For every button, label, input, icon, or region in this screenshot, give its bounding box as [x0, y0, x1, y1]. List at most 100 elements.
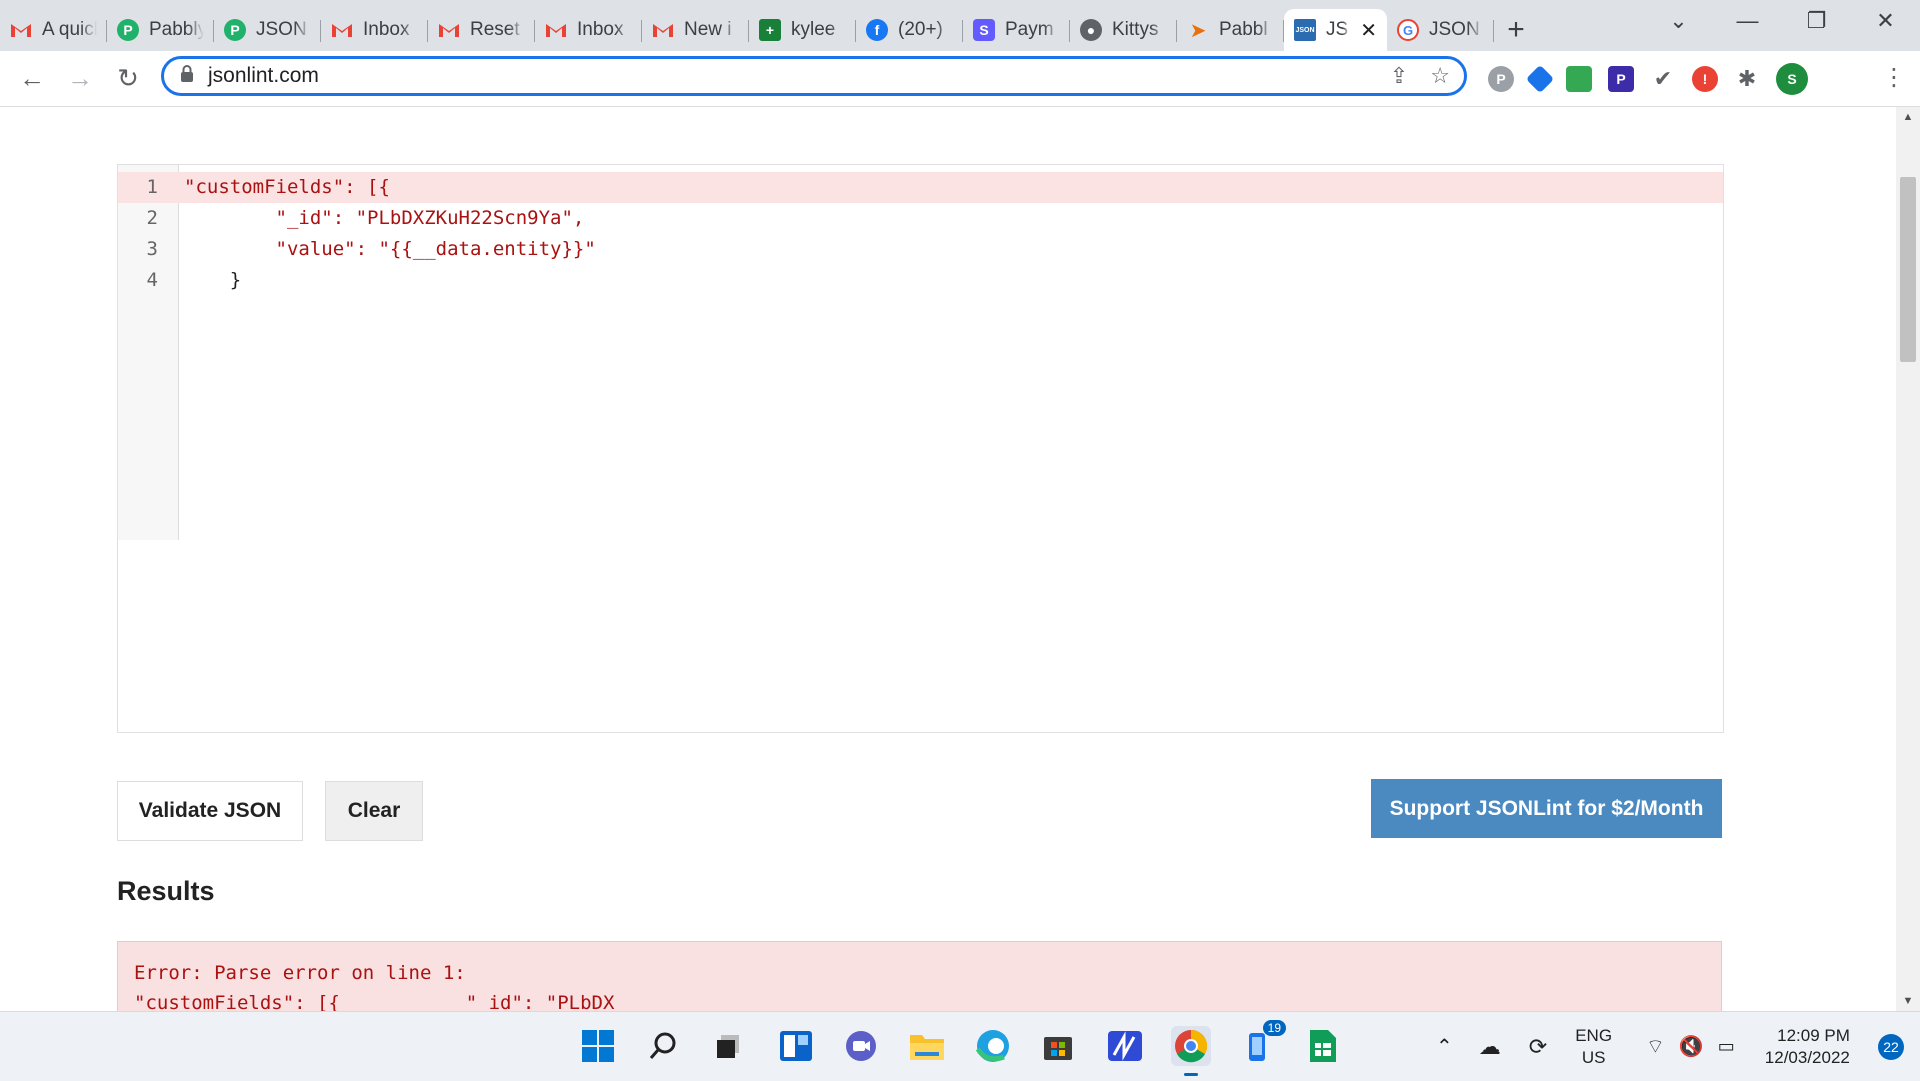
tab-gmail-reset[interactable]: Reset — [428, 9, 535, 51]
pabbly-extension-icon[interactable]: P — [1488, 65, 1514, 92]
tab-title: Reset — [470, 19, 520, 40]
lock-icon[interactable] — [180, 64, 196, 88]
language-code: ENG — [1575, 1025, 1613, 1045]
pabbly-icon: P — [117, 19, 139, 41]
tab-jsonlint[interactable]: JSON JS ✕ — [1284, 9, 1387, 51]
extensions-area: P P ✔ ! ✱ S — [1488, 51, 1808, 106]
sheets-app-icon[interactable] — [1303, 1026, 1343, 1066]
phone-link-icon[interactable]: 19 — [1238, 1020, 1286, 1066]
chevron-up-icon[interactable]: ⌃ — [1436, 1034, 1453, 1059]
error-line: Error: Parse error on line 1: — [134, 962, 466, 984]
puzzle-extensions-icon[interactable]: ✱ — [1734, 66, 1760, 92]
page-content: 1 "customFields": [{ 2 "_id": "PLbDXZKuH… — [0, 107, 1896, 1011]
task-view-icon[interactable] — [708, 1026, 748, 1066]
editor-line: 2 "_id": "PLbDXZKuH22Scn9Ya", — [118, 203, 1723, 234]
reload-button[interactable]: ↻ — [104, 55, 152, 103]
tab-pabbly-json[interactable]: P JSON — [214, 9, 321, 51]
file-explorer-icon[interactable] — [907, 1026, 947, 1066]
support-jsonlint-button[interactable]: Support JSONLint for $2/Month — [1371, 779, 1722, 838]
tab-title: JSON — [1429, 19, 1480, 40]
tab-stripe-payment[interactable]: S Paym — [963, 9, 1070, 51]
tab-strip: A quick PPabbly PJSON Inbox Reset Inbox … — [0, 0, 1920, 51]
page-scrollbar[interactable]: ▲ ▼ — [1896, 107, 1920, 1011]
minimize-button[interactable]: — — [1713, 0, 1782, 42]
tab-google-json[interactable]: G JSON — [1387, 9, 1494, 51]
new-tab-button[interactable]: + — [1494, 9, 1538, 51]
back-button[interactable]: ← — [8, 55, 56, 103]
pin-extension-icon[interactable]: ! — [1692, 65, 1718, 92]
tab-gmail-inbox-2[interactable]: Inbox — [535, 9, 642, 51]
clock-date: 12/03/2022 — [1764, 1047, 1850, 1067]
editor-line: 4 } — [118, 265, 1723, 296]
results-heading: Results — [117, 876, 215, 906]
tab-title: (20+) — [898, 19, 943, 40]
gmail-icon — [10, 19, 32, 41]
onedrive-icon[interactable]: ☁ — [1479, 1034, 1501, 1060]
search-icon[interactable] — [643, 1026, 683, 1066]
validate-json-button[interactable]: Validate JSON — [117, 781, 303, 841]
wifi-icon[interactable]: ⌔ — [1646, 1034, 1665, 1059]
scrollbar-thumb[interactable] — [1900, 177, 1916, 362]
send-icon: ➤ — [1189, 19, 1207, 42]
restore-button[interactable]: ❐ — [1782, 0, 1851, 42]
p-extension-icon[interactable]: P — [1608, 65, 1634, 92]
close-tab-icon[interactable]: ✕ — [1360, 18, 1377, 43]
sync-icon[interactable]: ⟳ — [1529, 1034, 1547, 1060]
mailbird-app-icon[interactable] — [1105, 1026, 1145, 1066]
jsonlint-icon: JSON — [1294, 19, 1316, 41]
code-text: "value": "{{__data.entity}}" — [184, 238, 596, 260]
notification-badge: 19 — [1262, 1020, 1286, 1036]
battery-icon[interactable]: ▭ — [1718, 1036, 1735, 1057]
profile-avatar[interactable]: S — [1776, 62, 1808, 95]
tab-gmail-new[interactable]: New i — [642, 9, 749, 51]
kitty-icon: ● — [1080, 19, 1102, 41]
code-text: "customFields": [{ — [184, 176, 390, 198]
chrome-icon[interactable] — [1171, 1026, 1211, 1076]
tab-pabbly[interactable]: P Pabbly — [107, 9, 214, 51]
tab-title: Inbox — [577, 19, 624, 40]
notification-count-badge[interactable]: 22 — [1878, 1034, 1904, 1060]
clear-button[interactable]: Clear — [325, 781, 423, 841]
facebook-icon: f — [866, 19, 888, 41]
microsoft-store-icon[interactable] — [1038, 1026, 1078, 1066]
folder-extension-icon[interactable] — [1566, 65, 1592, 92]
tab-sheets-kylee[interactable]: + kylee — [749, 9, 856, 51]
tab-search-icon[interactable]: ⌄ — [1644, 0, 1713, 42]
close-window-button[interactable]: ✕ — [1851, 0, 1920, 42]
menu-kebab-icon[interactable]: ⋮ — [1882, 63, 1906, 92]
tab-title: JS — [1326, 19, 1349, 40]
window-controls: ⌄ — ❐ ✕ — [1644, 0, 1920, 42]
json-editor[interactable]: 1 "customFields": [{ 2 "_id": "PLbDXZKuH… — [117, 164, 1724, 733]
language-indicator[interactable]: ENG US — [1575, 1025, 1612, 1069]
check-extension-icon[interactable]: ✔ — [1650, 66, 1676, 92]
share-icon[interactable]: ⇪ — [1390, 63, 1408, 89]
tab-gmail-quick[interactable]: A quick — [0, 9, 107, 51]
gmail-icon — [545, 19, 567, 41]
windows-start-icon[interactable] — [578, 1026, 618, 1066]
tab-pabbly-send[interactable]: ➤ Pabbl — [1177, 9, 1284, 51]
bookmark-star-icon[interactable]: ☆ — [1430, 63, 1450, 89]
tab-title: A quick — [42, 19, 97, 40]
editor-line: 1 "customFields": [{ — [118, 172, 1723, 203]
edge-icon[interactable] — [973, 1026, 1013, 1066]
tab-title: Kittys — [1112, 19, 1159, 40]
line-number: 2 — [146, 207, 158, 229]
gmail-icon — [331, 19, 353, 41]
scroll-up-arrow-icon[interactable]: ▲ — [1896, 111, 1920, 123]
error-line: "customFields": [{ "_id": "PLbDX — [134, 992, 615, 1011]
tab-kittys[interactable]: ● Kittys — [1070, 9, 1177, 51]
diamond-extension-icon[interactable] — [1525, 64, 1555, 93]
teams-chat-icon[interactable] — [841, 1026, 881, 1066]
widgets-icon[interactable] — [776, 1026, 816, 1066]
address-text: jsonlint.com — [208, 64, 319, 87]
clock-time: 12:09 PM — [1777, 1025, 1850, 1045]
forward-button[interactable]: → — [56, 55, 104, 103]
scroll-down-arrow-icon[interactable]: ▼ — [1896, 995, 1920, 1007]
tab-facebook[interactable]: f (20+) — [856, 9, 963, 51]
google-icon: G — [1397, 19, 1419, 41]
address-bar[interactable]: jsonlint.com ⇪ ☆ — [161, 56, 1467, 96]
volume-muted-icon[interactable]: 🔇 — [1679, 1034, 1704, 1059]
tab-gmail-inbox[interactable]: Inbox — [321, 9, 428, 51]
clock[interactable]: 12:09 PM 12/03/2022 — [1765, 1025, 1850, 1069]
error-message-box: Error: Parse error on line 1: "customFie… — [117, 941, 1722, 1011]
